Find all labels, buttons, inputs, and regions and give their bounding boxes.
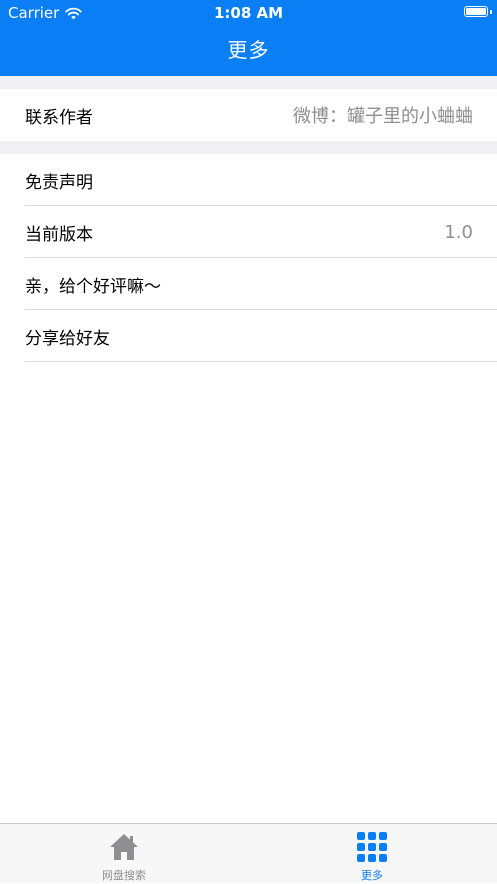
- contact-author-value: 微博：罐子里的小蛐蛐: [293, 106, 473, 127]
- version-label: 当前版本: [25, 224, 93, 245]
- version-cell[interactable]: 当前版本 1.0: [0, 206, 497, 258]
- rate-app-label: 亲，给个好评嘛～: [25, 276, 161, 297]
- tab-netdisk-search[interactable]: 网盘搜索: [0, 824, 248, 884]
- section-gap: [0, 76, 497, 89]
- status-bar: Carrier 1:08 AM: [0, 0, 497, 28]
- contact-author-label: 联系作者: [25, 107, 93, 128]
- tab-label: 网盘搜索: [102, 869, 146, 882]
- cell-separator: [25, 361, 497, 362]
- contact-author-cell[interactable]: 联系作者 微博：罐子里的小蛐蛐: [0, 89, 497, 141]
- tab-label: 更多: [361, 869, 383, 882]
- section-gap: [0, 141, 497, 154]
- tab-more[interactable]: 更多: [248, 824, 496, 884]
- grid-icon: [357, 832, 387, 862]
- navigation-header: Carrier 1:08 AM 更多: [0, 0, 497, 76]
- disclaimer-cell[interactable]: 免责声明: [0, 154, 497, 206]
- disclaimer-label: 免责声明: [25, 172, 93, 193]
- share-label: 分享给好友: [25, 328, 110, 349]
- home-icon: [110, 834, 138, 860]
- version-value: 1.0: [444, 221, 473, 243]
- battery-fill: [466, 8, 486, 15]
- status-time: 1:08 AM: [213, 4, 284, 22]
- rate-app-cell[interactable]: 亲，给个好评嘛～: [0, 258, 497, 310]
- page-title: 更多: [227, 38, 270, 62]
- battery-icon: [464, 6, 488, 17]
- settings-list: 联系作者 微博：罐子里的小蛐蛐 免责声明 当前版本 1.0 亲，给个好评嘛～ 分…: [0, 76, 497, 823]
- share-cell[interactable]: 分享给好友: [0, 310, 497, 362]
- battery-tip: [490, 10, 492, 14]
- tab-bar: 网盘搜索 更多: [0, 823, 497, 883]
